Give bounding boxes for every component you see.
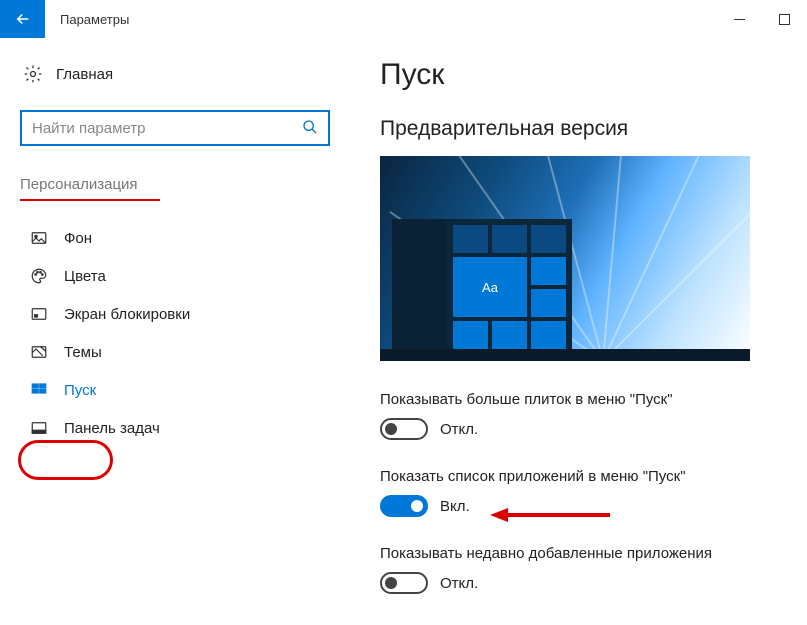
sidebar: Главная Персонализация Фон Цвета xyxy=(0,38,340,625)
toggle-more-tiles[interactable] xyxy=(380,418,428,440)
sidebar-item-label: Пуск xyxy=(64,382,96,399)
preview-tile-aa: Aa xyxy=(453,257,527,317)
section-title: Персонализация xyxy=(20,176,340,193)
toggle-state: Откл. xyxy=(440,575,478,592)
minimize-icon xyxy=(734,14,745,25)
setting-label: Показывать больше плиток в меню "Пуск" xyxy=(380,391,787,408)
toggle-state: Вкл. xyxy=(440,498,470,515)
taskbar-icon xyxy=(26,419,52,437)
content-area: Пуск Предварительная версия Aa xyxy=(340,38,807,625)
window-title: Параметры xyxy=(60,12,129,27)
preview-startmenu: Aa xyxy=(392,219,572,349)
minimize-button[interactable] xyxy=(717,3,762,35)
home-label: Главная xyxy=(56,66,113,83)
gear-icon xyxy=(20,64,46,84)
setting-app-list: Показать список приложений в меню "Пуск"… xyxy=(380,468,787,517)
search-icon xyxy=(302,119,318,138)
sidebar-item-lockscreen[interactable]: Экран блокировки xyxy=(20,295,340,333)
sidebar-item-label: Цвета xyxy=(64,268,106,285)
sidebar-item-label: Фон xyxy=(64,230,92,247)
subtitle: Предварительная версия xyxy=(380,117,787,141)
toggle-state: Откл. xyxy=(440,421,478,438)
back-button[interactable] xyxy=(0,0,45,38)
annotation-underline xyxy=(20,199,160,201)
arrow-left-icon xyxy=(14,10,32,28)
setting-more-tiles: Показывать больше плиток в меню "Пуск" О… xyxy=(380,391,787,440)
setting-label: Показать список приложений в меню "Пуск" xyxy=(380,468,787,485)
maximize-icon xyxy=(779,14,790,25)
sidebar-item-taskbar[interactable]: Панель задач xyxy=(20,409,340,447)
start-preview: Aa xyxy=(380,156,750,361)
sidebar-item-colors[interactable]: Цвета xyxy=(20,257,340,295)
sidebar-item-background[interactable]: Фон xyxy=(20,219,340,257)
title-bar: Параметры xyxy=(0,0,807,38)
sidebar-item-start[interactable]: Пуск xyxy=(20,371,340,409)
search-box[interactable] xyxy=(20,110,330,146)
page-title: Пуск xyxy=(380,58,787,92)
home-button[interactable]: Главная xyxy=(20,58,340,90)
setting-label: Показывать недавно добавленные приложени… xyxy=(380,545,787,562)
maximize-button[interactable] xyxy=(762,3,807,35)
sidebar-item-label: Панель задач xyxy=(64,420,160,437)
toggle-app-list[interactable] xyxy=(380,495,428,517)
preview-taskbar xyxy=(380,349,750,361)
themes-icon xyxy=(26,343,52,361)
toggle-recent-apps[interactable] xyxy=(380,572,428,594)
setting-recent-apps: Показывать недавно добавленные приложени… xyxy=(380,545,787,594)
sidebar-item-label: Темы xyxy=(64,344,102,361)
window-controls xyxy=(717,3,807,35)
lockscreen-icon xyxy=(26,305,52,323)
search-input[interactable] xyxy=(32,120,302,137)
picture-icon xyxy=(26,229,52,247)
palette-icon xyxy=(26,267,52,285)
sidebar-item-themes[interactable]: Темы xyxy=(20,333,340,371)
sidebar-item-label: Экран блокировки xyxy=(64,306,190,323)
start-icon xyxy=(26,381,52,399)
